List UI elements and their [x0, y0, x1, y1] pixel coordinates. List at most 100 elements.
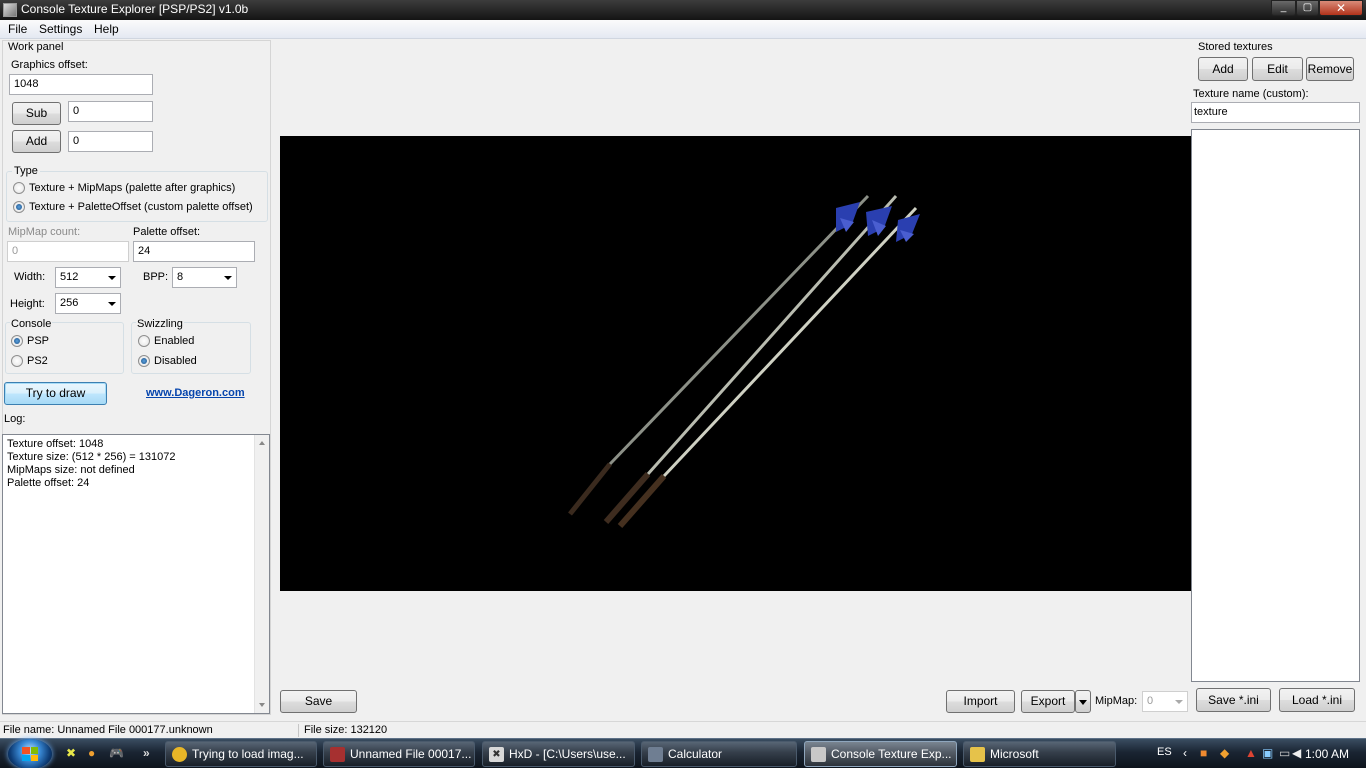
export-button[interactable]: Export — [1021, 690, 1075, 713]
try-to-draw-button[interactable]: Try to draw — [4, 382, 107, 405]
swizzling-enabled-radio[interactable] — [138, 335, 150, 347]
quicklaunch-tool-icon[interactable]: ✖ — [66, 746, 76, 760]
tray-security-icon[interactable]: ▲ — [1245, 746, 1257, 760]
task-calculator[interactable]: Calculator — [641, 741, 797, 767]
stored-textures-list[interactable] — [1191, 129, 1360, 682]
hxd-icon: ✖ — [489, 747, 504, 762]
volume-icon[interactable]: ◀ — [1292, 746, 1301, 760]
scroll-down-icon[interactable] — [259, 703, 265, 707]
calculator-icon — [648, 747, 663, 762]
task-label: HxD - [C:\Users\use... — [509, 747, 626, 761]
tray-update-icon[interactable]: ◆ — [1220, 746, 1229, 760]
graphics-offset-label: Graphics offset: — [11, 59, 88, 71]
clock[interactable]: 1:00 AM — [1305, 747, 1349, 761]
task-archive[interactable]: Unnamed File 00017... — [323, 741, 475, 767]
bpp-value: 8 — [177, 271, 184, 283]
add-button[interactable]: Add — [12, 130, 61, 153]
console-group-label: Console — [10, 318, 53, 330]
taskbar: ✖ ● 🎮 » Trying to load imag... Unnamed F… — [0, 738, 1366, 768]
mipmap-value: 0 — [1147, 695, 1154, 707]
type-group — [6, 171, 268, 222]
type-mipmaps-label[interactable]: Texture + MipMaps (palette after graphic… — [29, 182, 235, 194]
export-dropdown-button[interactable] — [1075, 690, 1091, 713]
palette-offset-label: Palette offset: — [133, 226, 201, 238]
bpp-select[interactable]: 8 — [172, 267, 237, 288]
palette-offset-input[interactable]: 24 — [133, 241, 255, 262]
chrome-icon — [172, 747, 187, 762]
tray-app-icon[interactable]: ■ — [1200, 746, 1207, 760]
console-psp-label[interactable]: PSP — [27, 335, 49, 347]
menu-settings[interactable]: Settings — [39, 22, 82, 36]
log-lines: Texture offset: 1048 Texture size: (512 … — [7, 438, 175, 490]
log-line: Texture size: (512 * 256) = 131072 — [7, 451, 176, 463]
quicklaunch-app-icon[interactable]: ● — [88, 746, 95, 760]
height-label: Height: — [10, 298, 45, 310]
add-value-input[interactable]: 0 — [68, 131, 153, 152]
folder-icon — [970, 747, 985, 762]
type-paletteoffset-radio[interactable] — [13, 201, 25, 213]
import-button[interactable]: Import — [946, 690, 1015, 713]
monitor-icon[interactable]: ▭ — [1279, 746, 1290, 760]
load-ini-button[interactable]: Load *.ini — [1279, 688, 1355, 712]
arrows-texture-image — [568, 194, 920, 528]
mipmap-count-input: 0 — [7, 241, 129, 262]
quicklaunch-more-icon[interactable]: » — [143, 746, 150, 760]
task-microsoft[interactable]: Microsoft — [963, 741, 1116, 767]
status-bar: File name: Unnamed File 000177.unknown F… — [0, 721, 1366, 738]
log-line: Texture offset: 1048 — [7, 438, 104, 450]
console-ps2-label[interactable]: PS2 — [27, 355, 48, 367]
texture-canvas — [280, 136, 1191, 591]
graphics-offset-input[interactable]: 1048 — [9, 74, 153, 95]
stored-remove-button[interactable]: Remove — [1306, 57, 1354, 81]
width-label: Width: — [14, 271, 46, 283]
task-console-texture-explorer[interactable]: Console Texture Exp... — [804, 741, 957, 767]
language-indicator[interactable]: ES — [1157, 746, 1172, 758]
task-hxd[interactable]: ✖ HxD - [C:\Users\use... — [482, 741, 635, 767]
website-link[interactable]: www.Dageron.com — [146, 387, 245, 399]
close-button[interactable]: ✕ — [1319, 0, 1363, 16]
scroll-up-icon[interactable] — [259, 441, 265, 445]
chevron-down-icon — [224, 276, 232, 280]
stored-add-button[interactable]: Add — [1198, 57, 1248, 81]
log-line: Palette offset: 24 — [7, 477, 90, 489]
task-label: Trying to load imag... — [192, 747, 304, 761]
start-button[interactable] — [8, 739, 52, 768]
mipmap-label: MipMap: — [1095, 695, 1138, 707]
menu-help[interactable]: Help — [94, 22, 119, 36]
type-group-label: Type — [12, 165, 40, 177]
swizzling-group-label: Swizzling — [136, 318, 184, 330]
minimize-button[interactable]: _ — [1271, 0, 1296, 16]
menu-bar: File Settings Help — [0, 20, 1366, 39]
log-box[interactable]: Texture offset: 1048 Texture size: (512 … — [2, 434, 270, 714]
save-ini-button[interactable]: Save *.ini — [1196, 688, 1271, 712]
task-label: Unnamed File 00017... — [350, 747, 472, 761]
texture-name-input[interactable]: texture — [1191, 102, 1360, 123]
menu-file[interactable]: File — [8, 22, 27, 36]
arrow-shape — [568, 194, 870, 516]
sub-value-input[interactable]: 0 — [68, 101, 153, 122]
status-file-size: File size: 132120 — [304, 724, 388, 736]
title-bar: Console Texture Explorer [PSP/PS2] v1.0b… — [0, 0, 1366, 20]
chevron-left-icon[interactable]: ‹ — [1183, 746, 1187, 760]
log-scrollbar[interactable] — [254, 435, 269, 713]
task-chrome[interactable]: Trying to load imag... — [165, 741, 317, 767]
texture-name-label: Texture name (custom): — [1193, 88, 1309, 100]
height-select[interactable]: 256 — [55, 293, 121, 314]
swizzling-disabled-radio[interactable] — [138, 355, 150, 367]
arrow-shape — [617, 206, 920, 528]
swizzling-disabled-label[interactable]: Disabled — [154, 355, 197, 367]
stored-edit-button[interactable]: Edit — [1252, 57, 1303, 81]
width-select[interactable]: 512 — [55, 267, 121, 288]
swizzling-enabled-label[interactable]: Enabled — [154, 335, 194, 347]
quicklaunch-game-icon[interactable]: 🎮 — [109, 746, 124, 760]
window-title: Console Texture Explorer [PSP/PS2] v1.0b — [21, 2, 249, 16]
type-mipmaps-radio[interactable] — [13, 182, 25, 194]
arrow-shape — [603, 195, 898, 524]
save-button[interactable]: Save — [280, 690, 357, 713]
type-paletteoffset-label[interactable]: Texture + PaletteOffset (custom palette … — [29, 201, 253, 213]
sub-button[interactable]: Sub — [12, 102, 61, 125]
maximize-button[interactable]: ▢ — [1296, 0, 1319, 16]
console-ps2-radio[interactable] — [11, 355, 23, 367]
console-psp-radio[interactable] — [11, 335, 23, 347]
network-icon[interactable]: ▣ — [1262, 746, 1273, 760]
